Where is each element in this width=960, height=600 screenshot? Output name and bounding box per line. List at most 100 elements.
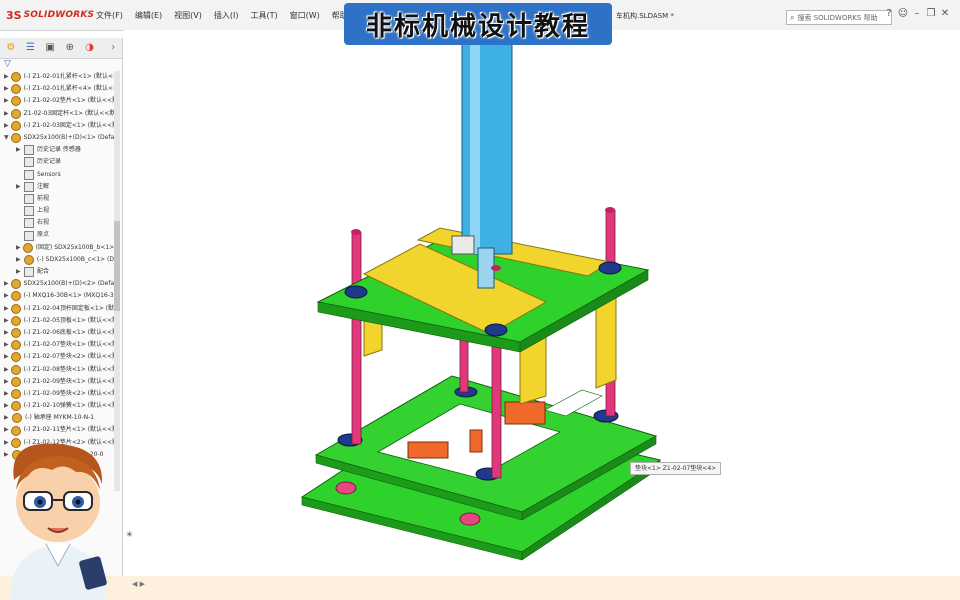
expand-arrow-icon[interactable]: ▶ <box>4 315 9 327</box>
expand-arrow-icon[interactable]: ▶ <box>4 400 9 412</box>
tree-item[interactable]: ▶ (-) Z1-02-07垫块<2> (默认<<默认 <box>0 351 114 363</box>
feature-tree: ▶ (-) Z1-02-01扎紧杆<1> (默认<<默 ▶ (-) Z1-02-01… <box>0 71 114 461</box>
expand-arrow-icon[interactable]: ▶ <box>4 388 9 400</box>
menu-tools[interactable]: 工具(T) <box>250 10 277 21</box>
tree-item[interactable]: ▶ (-) Z1-02-03固定<1> (默认<<默认 <box>0 120 114 132</box>
tree-item[interactable]: 前视 <box>0 193 114 205</box>
nav-arrows-icon[interactable]: ◀ ▶ <box>132 580 145 588</box>
tree-item-label: 历史记录 <box>37 158 62 166</box>
tree-item[interactable]: ▶ Z1-02-03固定杆<1> (默认<<默认 <box>0 108 114 120</box>
display-tab-icon[interactable]: ◑ <box>81 40 99 56</box>
part-icon <box>10 120 21 131</box>
tree-item[interactable]: ▶ (-) Z1-02-09垫块<1> (默认<<默认 <box>0 376 114 388</box>
expand-arrow-icon[interactable]: ▶ <box>4 351 9 363</box>
tree-item[interactable]: ▶ (-) Z1-02-06底板<1> (默认<<默认 <box>0 327 114 339</box>
tree-item[interactable]: ▶ (固定) SDX25x100B_b<1> <box>0 242 114 254</box>
expand-arrow-icon[interactable]: ▶ <box>4 95 9 107</box>
filter-icon[interactable]: ▽ <box>0 59 122 71</box>
tree-item[interactable]: ▶ (-) Z1-02-01扎紧杆<1> (默认<<默 <box>0 71 114 83</box>
tree-item[interactable]: ▶ (-) Z1-02-10弹簧<1> (默认<<默认 <box>0 400 114 412</box>
tree-item[interactable]: ▼ SDX25x100(B)+(D)<1> (Default< <box>0 132 114 144</box>
expand-arrow-icon[interactable]: ▶ <box>4 327 9 339</box>
mates-icon <box>24 267 34 278</box>
scrollbar-thumb[interactable] <box>114 221 120 311</box>
expand-arrow-icon[interactable]: ▶ <box>4 120 9 132</box>
collapse-arrow-icon[interactable]: ▼ <box>4 132 9 144</box>
suction-cup <box>459 512 481 526</box>
expand-arrow-icon[interactable]: ▶ <box>4 424 9 436</box>
tree-item[interactable]: ▶ (-) 轴承座 MYKM-10-N-1 <box>0 412 114 424</box>
minimize-icon[interactable]: – <box>910 8 924 19</box>
part-icon <box>10 401 21 412</box>
origin-icon <box>24 230 34 241</box>
part-icon <box>22 242 33 253</box>
tree-item[interactable]: ▶ (-) Z1-02-01扎紧杆<4> (默认<<默 <box>0 83 114 95</box>
tree-item[interactable]: ▶ (-) Z1-02-11垫片<1> (默认<<默认 <box>0 424 114 436</box>
tree-item-label: (-) Z1-02-05顶板<1> (默认<<默认 <box>23 316 114 324</box>
graphics-viewport[interactable]: 垫块<1> Z1-02-07垫块<4> <box>124 30 960 576</box>
dimxpert-tab-icon[interactable]: ⊕ <box>61 40 79 56</box>
tree-scrollbar[interactable] <box>114 71 120 491</box>
user-icon[interactable]: ☺ <box>896 8 910 19</box>
expand-arrow-icon[interactable]: ▶ <box>16 242 21 254</box>
document-title: 车机构.SLDASM * <box>616 12 674 20</box>
expand-arrow-icon[interactable]: ▶ <box>4 278 9 290</box>
expand-arrow-icon[interactable]: ▶ <box>4 303 9 315</box>
main-menu: 文件(F) 编辑(E) 视图(V) 插入(I) 工具(T) 窗口(W) 帮助(H… <box>96 10 372 21</box>
tree-item[interactable]: ▶ 历史记录 传感器 <box>0 144 114 156</box>
expand-arrow-icon[interactable]: ▶ <box>4 290 9 302</box>
restore-icon[interactable]: ❐ <box>924 8 938 19</box>
expand-arrow-icon[interactable]: ▶ <box>16 254 22 266</box>
expand-arrow-icon[interactable]: ▶ <box>4 339 9 351</box>
expand-arrow-icon[interactable]: ▶ <box>16 181 22 193</box>
expand-arrow-icon[interactable]: ▶ <box>4 71 9 83</box>
expand-arrow-icon[interactable]: ▶ <box>4 108 9 120</box>
menu-view[interactable]: 视图(V) <box>174 10 202 21</box>
tree-item[interactable]: ▶ 配合 <box>0 266 114 278</box>
tree-item[interactable]: 右视 <box>0 217 114 229</box>
solidworks-logo[interactable]: 3S SOLIDWORKS <box>0 0 94 30</box>
expand-arrow-icon[interactable]: ▶ <box>4 376 9 388</box>
tree-item-label: 历史记录 传感器 <box>37 146 81 154</box>
tree-item-label: (-) SDX25x100B_c<1> (D <box>36 255 114 263</box>
expand-arrow-icon[interactable]: ▶ <box>4 412 10 424</box>
tree-item[interactable]: ▶ (-) MXQ16-30B<1> (MXQ16-30 <box>0 290 114 302</box>
expand-arrow-icon[interactable]: ▶ <box>16 144 22 156</box>
menu-edit[interactable]: 编辑(E) <box>135 10 162 21</box>
tree-item[interactable]: ▶ (-) Z1-02-05顶板<1> (默认<<默认 <box>0 315 114 327</box>
expand-arrow-icon[interactable]: ▶ <box>4 83 9 95</box>
tree-item-label: (-) Z1-02-04顶杆固定板<1> (默认<< <box>23 304 114 312</box>
tree-item[interactable]: Sensors <box>0 169 114 181</box>
rod-cap <box>605 207 615 213</box>
chevron-right-icon[interactable]: › <box>104 40 122 56</box>
feature-tree-tab-icon[interactable]: ⚙ <box>2 40 20 56</box>
search-input[interactable]: ⌕ 搜索 SOLIDWORKS 帮助 <box>786 10 892 25</box>
menu-window[interactable]: 窗口(W) <box>290 10 320 21</box>
tree-item[interactable]: ▶ (-) Z1-02-07垫块<1> (默认<<默认 <box>0 339 114 351</box>
expand-arrow-icon[interactable]: ▶ <box>16 266 22 278</box>
tree-item-label: (-) MXQ16-30B<1> (MXQ16-30 <box>23 292 114 300</box>
menu-file[interactable]: 文件(F) <box>96 10 123 21</box>
tree-item[interactable]: ▶ (-) Z1-02-08垫块<1> (默认<<默认 <box>0 364 114 376</box>
guide-bushing <box>484 323 508 337</box>
tree-item[interactable]: 上视 <box>0 205 114 217</box>
tree-item[interactable]: ▶ SDX25x100(B)+(D)<2> (Default< <box>0 278 114 290</box>
tree-item[interactable]: ▶ (-) SDX25x100B_c<1> (D <box>0 254 114 266</box>
sensors-icon <box>24 169 34 180</box>
property-tab-icon[interactable]: ☰ <box>22 40 40 56</box>
plane-icon <box>24 206 34 217</box>
tree-item[interactable]: ▶ 注解 <box>0 181 114 193</box>
tree-item[interactable]: ▶ (-) Z1-02-09垫块<2> (默认<<默认 <box>0 388 114 400</box>
close-icon[interactable]: ✕ <box>938 8 952 19</box>
tree-item[interactable]: 原点 <box>0 229 114 241</box>
tree-item[interactable]: ▶ (-) Z1-02-04顶杆固定板<1> (默认<< <box>0 303 114 315</box>
help-icon[interactable]: ? <box>882 8 896 19</box>
part-icon <box>10 364 21 375</box>
assembly-model[interactable] <box>124 30 960 576</box>
part-icon <box>10 328 21 339</box>
config-tab-icon[interactable]: ▣ <box>41 40 59 56</box>
expand-arrow-icon[interactable]: ▶ <box>4 364 9 376</box>
tree-item[interactable]: 历史记录 <box>0 156 114 168</box>
tree-item[interactable]: ▶ (-) Z1-02-02垫片<1> (默认<<默认 <box>0 95 114 107</box>
menu-insert[interactable]: 插入(I) <box>214 10 239 21</box>
